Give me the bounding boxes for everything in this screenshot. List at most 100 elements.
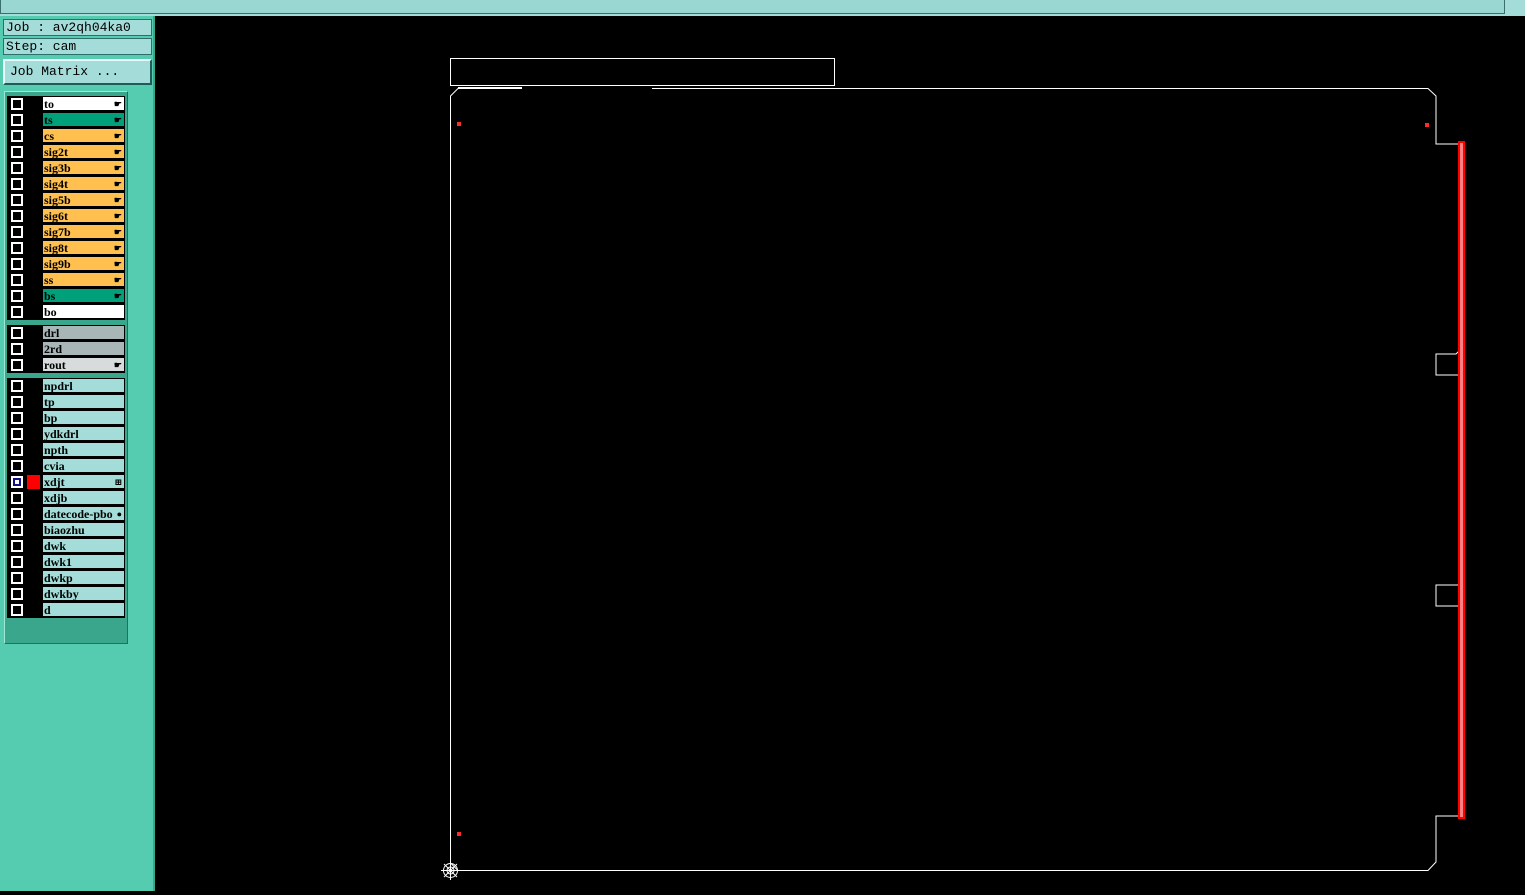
- layer-checkbox[interactable]: [11, 412, 23, 424]
- layer-checkbox[interactable]: [11, 242, 23, 254]
- layer-checkbox[interactable]: [11, 290, 23, 302]
- layer-name[interactable]: drl: [42, 325, 125, 340]
- layer-name[interactable]: bo: [42, 304, 125, 319]
- layer-row-sig2t[interactable]: sig2t ☛: [7, 144, 125, 160]
- layer-checkbox[interactable]: [11, 604, 23, 616]
- layer-row-tp[interactable]: tp: [7, 394, 125, 410]
- layer-row-npdrl[interactable]: npdrl: [7, 378, 125, 394]
- layer-row-sig9b[interactable]: sig9b ☛: [7, 256, 125, 272]
- layer-checkbox[interactable]: [11, 162, 23, 174]
- layer-checkbox[interactable]: [11, 146, 23, 158]
- layer-row-sig5b[interactable]: sig5b ☛: [7, 192, 125, 208]
- layer-row-sig8t[interactable]: sig8t ☛: [7, 240, 125, 256]
- layer-name[interactable]: xdjt ⊞: [42, 474, 125, 489]
- layer-checkbox[interactable]: [11, 588, 23, 600]
- layer-name[interactable]: ss ☛: [42, 272, 125, 287]
- layer-name[interactable]: ts ☛: [42, 112, 125, 127]
- layer-name[interactable]: ydkdrl: [42, 426, 125, 441]
- layer-checkbox[interactable]: [11, 540, 23, 552]
- layer-name[interactable]: sig6t ☛: [42, 208, 125, 223]
- layer-checkbox[interactable]: [11, 444, 23, 456]
- layer-checkbox[interactable]: [11, 327, 23, 339]
- layer-name[interactable]: sig5b ☛: [42, 192, 125, 207]
- layer-name[interactable]: sig2t ☛: [42, 144, 125, 159]
- layer-row-bp[interactable]: bp: [7, 410, 125, 426]
- layer-row-sig4t[interactable]: sig4t ☛: [7, 176, 125, 192]
- layer-checkbox[interactable]: [11, 98, 23, 110]
- layer-name[interactable]: cs ☛: [42, 128, 125, 143]
- layer-name[interactable]: cvia: [42, 458, 125, 473]
- layer-checkbox[interactable]: [11, 343, 23, 355]
- layer-name[interactable]: rout ☛: [42, 357, 125, 372]
- layer-name[interactable]: sig9b ☛: [42, 256, 125, 271]
- layer-checkbox[interactable]: [11, 524, 23, 536]
- layer-row-rout[interactable]: rout ☛: [7, 357, 125, 373]
- layer-name[interactable]: tp: [42, 394, 125, 409]
- layer-name[interactable]: dwkp: [42, 570, 125, 585]
- sidebar: Job : av2qh04ka0 Step: cam Job Matrix ..…: [0, 16, 155, 891]
- layer-name[interactable]: bp: [42, 410, 125, 425]
- layer-checkbox[interactable]: [11, 306, 23, 318]
- layer-name[interactable]: sig4t ☛: [42, 176, 125, 191]
- layer-checkbox[interactable]: [11, 194, 23, 206]
- layer-checkbox[interactable]: [11, 476, 23, 488]
- layer-row-ydkdrl[interactable]: ydkdrl: [7, 426, 125, 442]
- layer-checkbox[interactable]: [11, 359, 23, 371]
- layer-name[interactable]: dwkby: [42, 586, 125, 601]
- layer-row-to[interactable]: to ☛: [7, 96, 125, 112]
- layer-row-cs[interactable]: cs ☛: [7, 128, 125, 144]
- layer-checkbox[interactable]: [11, 130, 23, 142]
- layer-checkbox[interactable]: [11, 572, 23, 584]
- layer-color-swatch[interactable]: [27, 475, 40, 489]
- layer-name[interactable]: sig8t ☛: [42, 240, 125, 255]
- layer-checkbox[interactable]: [11, 460, 23, 472]
- layer-checkbox[interactable]: [11, 508, 23, 520]
- graphic-canvas[interactable]: [157, 16, 1525, 891]
- layer-name[interactable]: npdrl: [42, 378, 125, 393]
- layer-checkbox[interactable]: [11, 380, 23, 392]
- layer-row-d[interactable]: d: [7, 602, 125, 618]
- layer-row-xdjb[interactable]: xdjb: [7, 490, 125, 506]
- layer-name[interactable]: to ☛: [42, 96, 125, 111]
- layer-checkbox[interactable]: [11, 178, 23, 190]
- layer-checkbox[interactable]: [11, 556, 23, 568]
- layer-name[interactable]: sig7b ☛: [42, 224, 125, 239]
- layer-name[interactable]: npth: [42, 442, 125, 457]
- layer-checkbox[interactable]: [11, 492, 23, 504]
- layer-row-dwk1[interactable]: dwk1: [7, 554, 125, 570]
- layer-checkbox[interactable]: [11, 428, 23, 440]
- layer-row-xdjt[interactable]: xdjt ⊞: [7, 474, 125, 490]
- layer-name[interactable]: 2rd: [42, 341, 125, 356]
- layer-row-dwk[interactable]: dwk: [7, 538, 125, 554]
- layer-row-sig3b[interactable]: sig3b ☛: [7, 160, 125, 176]
- layer-checkbox[interactable]: [11, 210, 23, 222]
- layer-name[interactable]: sig3b ☛: [42, 160, 125, 175]
- layer-name[interactable]: dwk1: [42, 554, 125, 569]
- layer-row-sig7b[interactable]: sig7b ☛: [7, 224, 125, 240]
- layer-row-sig6t[interactable]: sig6t ☛: [7, 208, 125, 224]
- layer-row-ss[interactable]: ss ☛: [7, 272, 125, 288]
- layer-row-datecode-pbo[interactable]: datecode-pbo ●: [7, 506, 125, 522]
- layer-name[interactable]: biaozhu: [42, 522, 125, 537]
- layer-checkbox[interactable]: [11, 258, 23, 270]
- layer-name[interactable]: datecode-pbo ●: [42, 506, 125, 521]
- layer-row-bs[interactable]: bs ☛: [7, 288, 125, 304]
- layer-name[interactable]: xdjb: [42, 490, 125, 505]
- layer-name[interactable]: d: [42, 602, 125, 617]
- layer-checkbox[interactable]: [11, 274, 23, 286]
- layer-row-npth[interactable]: npth: [7, 442, 125, 458]
- job-matrix-button[interactable]: Job Matrix ...: [3, 59, 152, 85]
- layer-row-ts[interactable]: ts ☛: [7, 112, 125, 128]
- layer-row-biaozhu[interactable]: biaozhu: [7, 522, 125, 538]
- layer-row-bo[interactable]: bo: [7, 304, 125, 320]
- layer-row-dwkp[interactable]: dwkp: [7, 570, 125, 586]
- layer-checkbox[interactable]: [11, 396, 23, 408]
- layer-row-drl[interactable]: drl: [7, 325, 125, 341]
- layer-name[interactable]: dwk: [42, 538, 125, 553]
- layer-row-2rd[interactable]: 2rd: [7, 341, 125, 357]
- layer-row-dwkby[interactable]: dwkby: [7, 586, 125, 602]
- layer-row-cvia[interactable]: cvia: [7, 458, 125, 474]
- layer-name[interactable]: bs ☛: [42, 288, 125, 303]
- layer-checkbox[interactable]: [11, 114, 23, 126]
- layer-checkbox[interactable]: [11, 226, 23, 238]
